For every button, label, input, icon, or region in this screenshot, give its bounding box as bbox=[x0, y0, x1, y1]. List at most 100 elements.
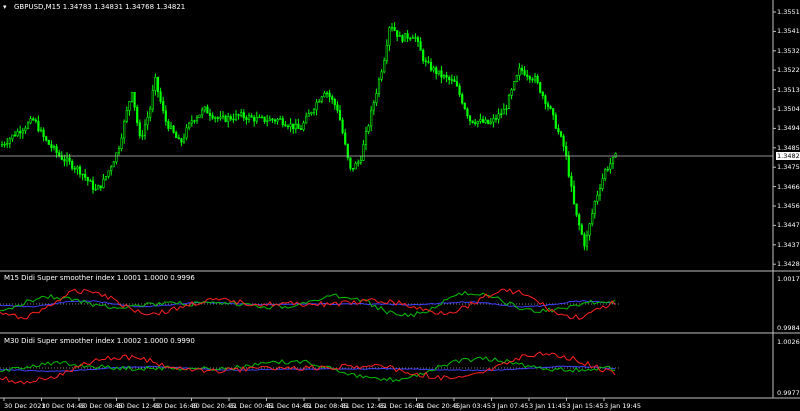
candle-body bbox=[47, 139, 50, 145]
candle-body bbox=[325, 92, 329, 95]
candle-body bbox=[310, 112, 313, 115]
candle-body bbox=[338, 110, 342, 121]
candle-body bbox=[474, 122, 477, 124]
candle-body bbox=[539, 82, 542, 93]
candle-body bbox=[201, 109, 204, 116]
candle-body bbox=[557, 128, 560, 133]
candle-body bbox=[286, 125, 290, 128]
candle-body bbox=[414, 37, 417, 39]
candle-body bbox=[211, 115, 214, 119]
candle-body bbox=[463, 102, 466, 110]
candle-body bbox=[219, 116, 222, 119]
candle-body bbox=[572, 185, 576, 205]
candle-body bbox=[614, 153, 617, 158]
candle-body bbox=[320, 96, 323, 102]
candle-body bbox=[112, 161, 115, 168]
candle-body bbox=[318, 100, 321, 103]
candle-body bbox=[240, 112, 243, 116]
time-axis-label: 3 Jan 07:45 bbox=[491, 402, 529, 410]
candle-body bbox=[312, 109, 316, 113]
candle-body bbox=[185, 127, 188, 139]
candle-body bbox=[419, 41, 422, 51]
candle-body bbox=[528, 76, 531, 80]
candle-body bbox=[554, 114, 557, 129]
candle-body bbox=[396, 30, 399, 37]
candle-body bbox=[377, 79, 381, 94]
candle-body bbox=[323, 92, 326, 98]
candle-body bbox=[81, 173, 84, 176]
candle-body bbox=[271, 118, 274, 121]
candle-body bbox=[206, 106, 209, 114]
chart-canvas[interactable] bbox=[0, 0, 800, 411]
candle-body bbox=[591, 213, 594, 225]
candle-body bbox=[549, 106, 552, 109]
candle-body bbox=[375, 93, 378, 103]
candle-body bbox=[588, 223, 591, 236]
candle-body bbox=[21, 130, 24, 134]
candle-body bbox=[364, 131, 368, 145]
candle-body bbox=[266, 120, 269, 122]
candle-body bbox=[362, 144, 365, 161]
candle-body bbox=[84, 173, 87, 178]
candle-body bbox=[437, 70, 440, 75]
candle-body bbox=[333, 99, 336, 106]
candle-body bbox=[89, 180, 92, 182]
candle-body bbox=[422, 50, 425, 62]
candle-body bbox=[518, 67, 521, 76]
candle-body bbox=[29, 118, 32, 124]
candle-body bbox=[136, 106, 139, 124]
candle-body bbox=[76, 166, 79, 170]
candle-body bbox=[128, 101, 131, 111]
candle-body bbox=[149, 108, 152, 118]
candle-body bbox=[406, 33, 409, 39]
candle-body bbox=[273, 119, 277, 122]
candle-body bbox=[154, 76, 157, 91]
candle-body bbox=[13, 134, 17, 137]
candle-body bbox=[354, 162, 357, 170]
candle-body bbox=[427, 61, 430, 63]
candle-body bbox=[279, 118, 282, 120]
candle-body bbox=[315, 101, 318, 110]
candle-body bbox=[73, 168, 76, 170]
candle-body bbox=[162, 101, 165, 111]
candle-body bbox=[167, 121, 170, 129]
candle-body bbox=[489, 121, 492, 124]
candle-body bbox=[484, 119, 487, 123]
candle-body bbox=[180, 138, 183, 143]
candle-body bbox=[429, 62, 433, 71]
candle-body bbox=[65, 157, 69, 162]
candle-body bbox=[596, 194, 599, 202]
candle-body bbox=[63, 159, 66, 162]
candle-body bbox=[611, 156, 615, 165]
candle-body bbox=[601, 178, 604, 189]
candle-body bbox=[242, 112, 245, 118]
candle-body bbox=[159, 91, 162, 102]
main-chart-title: GBPUSD,M15 1.34783 1.34831 1.34768 1.348… bbox=[14, 3, 186, 11]
candle-body bbox=[26, 122, 30, 129]
candle-body bbox=[281, 118, 284, 126]
candle-body bbox=[398, 35, 401, 37]
candle-body bbox=[245, 117, 248, 120]
candle-body bbox=[91, 180, 95, 190]
candle-body bbox=[500, 113, 503, 115]
candle-body bbox=[497, 113, 500, 120]
candle-body bbox=[151, 90, 154, 110]
candle-body bbox=[570, 175, 573, 187]
candle-body bbox=[232, 118, 235, 121]
candle-body bbox=[331, 96, 334, 100]
candle-body bbox=[58, 152, 61, 157]
candle-body bbox=[39, 129, 43, 132]
candle-body bbox=[385, 44, 388, 61]
candle-body bbox=[411, 37, 414, 39]
candle-body bbox=[55, 146, 58, 153]
candle-body bbox=[94, 188, 97, 191]
candle-body bbox=[552, 108, 555, 116]
candle-body bbox=[336, 104, 339, 111]
candle-body bbox=[502, 108, 505, 115]
candle-body bbox=[479, 119, 482, 122]
candle-body bbox=[32, 118, 35, 121]
candle-body bbox=[455, 81, 459, 87]
candle-body bbox=[276, 118, 279, 122]
candle-body bbox=[401, 35, 404, 42]
candle-body bbox=[598, 188, 602, 196]
